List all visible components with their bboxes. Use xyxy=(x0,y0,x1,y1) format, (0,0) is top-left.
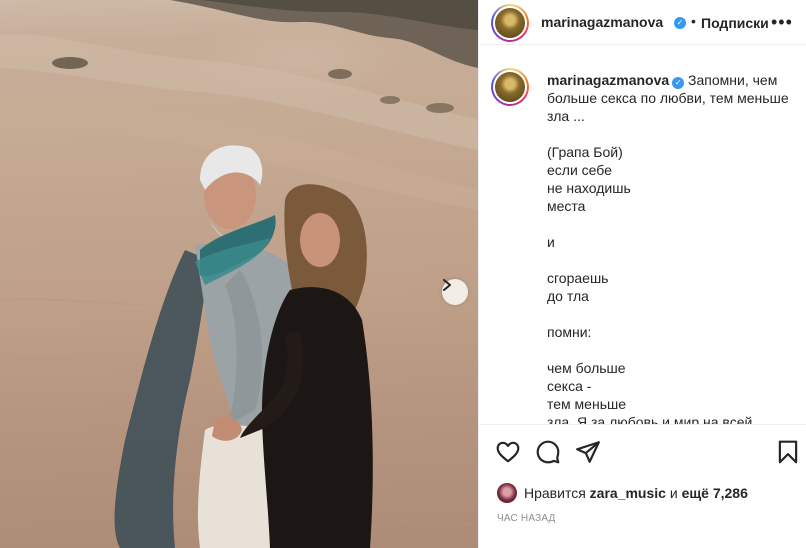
caption-username[interactable]: marinagazmanova xyxy=(547,72,669,88)
desert-couple-photo xyxy=(0,0,478,548)
liker-avatar[interactable] xyxy=(497,483,517,503)
following-button[interactable]: Подписки xyxy=(701,15,769,31)
caption-text: Запомни, чем больше секса по любви, тем … xyxy=(547,72,789,424)
likes-summary: Нравится zara_music и ещё 7,286 xyxy=(497,483,748,503)
author-username[interactable]: marinagazmanova xyxy=(541,14,663,30)
likes-and: и xyxy=(669,485,678,501)
chevron-right-icon xyxy=(443,279,451,291)
avatar[interactable] xyxy=(491,4,529,42)
post-photo xyxy=(0,0,478,548)
avatar-image xyxy=(495,72,525,102)
caption-area: marinagazmanova ✓ Запомни, чем больше сек… xyxy=(479,46,806,424)
more-icon[interactable]: ••• xyxy=(771,12,793,33)
likes-prefix: Нравится xyxy=(524,485,586,501)
comment-icon[interactable] xyxy=(535,439,561,465)
bookmark-icon[interactable] xyxy=(775,439,801,465)
share-icon[interactable] xyxy=(575,439,601,465)
post-actions: Нравится zara_music и ещё 7,286 ЧАС НАЗА… xyxy=(479,424,806,548)
caption-avatar[interactable] xyxy=(491,68,529,106)
post-header: marinagazmanova ✓ • Подписки ••• xyxy=(479,0,806,45)
verified-badge-icon: ✓ xyxy=(674,17,686,29)
liker-username[interactable]: zara_music xyxy=(590,485,666,501)
verified-badge-icon: ✓ xyxy=(672,77,685,89)
separator-dot: • xyxy=(691,13,696,29)
post-timestamp[interactable]: ЧАС НАЗАД xyxy=(497,513,556,524)
post-caption: marinagazmanova ✓ Запомни, чем больше сек… xyxy=(547,71,797,424)
post-details-panel: marinagazmanova ✓ • Подписки ••• marinag… xyxy=(478,0,806,548)
likes-count[interactable]: ещё 7,286 xyxy=(682,485,748,501)
heart-icon[interactable] xyxy=(495,439,521,465)
next-photo-button[interactable] xyxy=(442,279,468,305)
avatar-image xyxy=(495,8,525,38)
